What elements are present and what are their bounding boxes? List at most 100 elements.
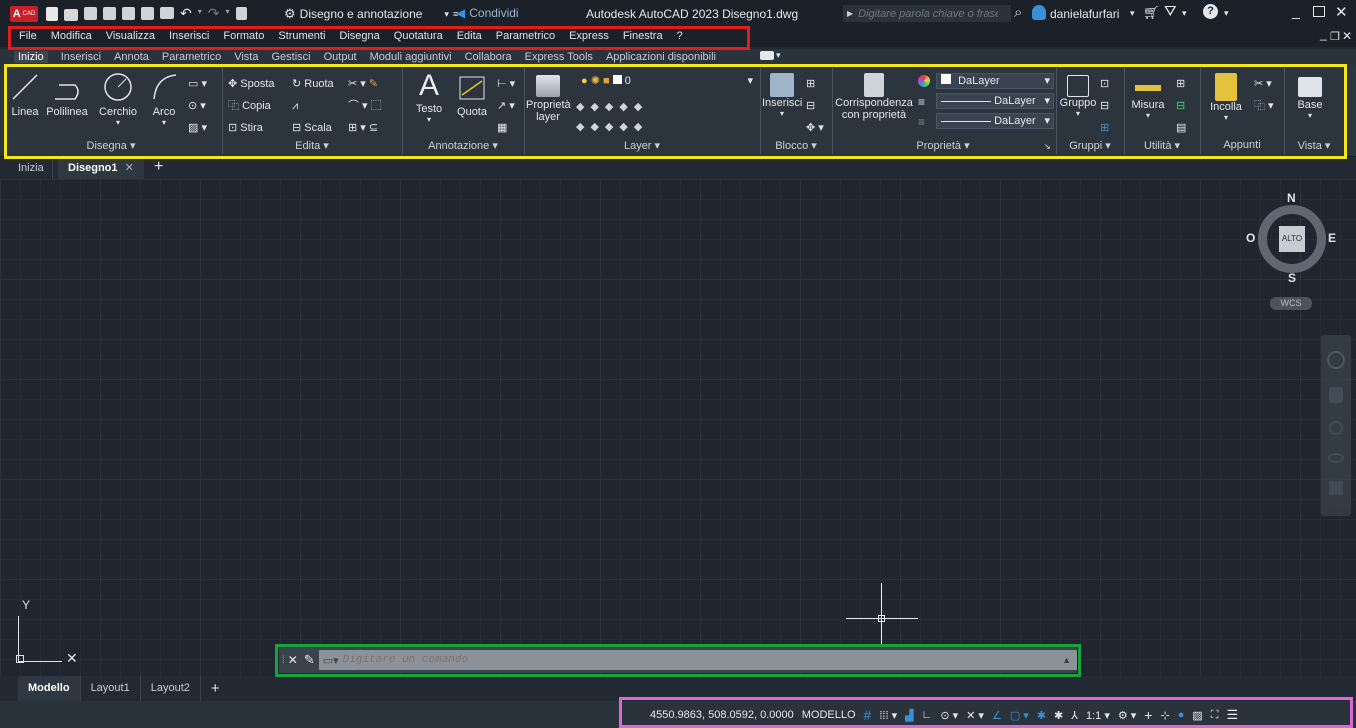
- layer-panel-title[interactable]: Layer ▾: [524, 139, 760, 152]
- polyline-button[interactable]: Polilinea: [44, 71, 90, 118]
- ribbon-tab[interactable]: Inserisci: [61, 51, 101, 63]
- maximize-icon[interactable]: [1313, 6, 1325, 17]
- command-customize-icon[interactable]: ✎: [304, 652, 315, 668]
- viewcube[interactable]: ALTO N S E O: [1246, 191, 1336, 285]
- menu-item[interactable]: Disegna: [339, 30, 379, 42]
- close-tab-icon[interactable]: ✕: [125, 162, 134, 174]
- ribbon-minimize-icon[interactable]: [760, 51, 774, 60]
- command-history-icon[interactable]: ▲: [1062, 655, 1071, 665]
- rectangle-button[interactable]: ▭ ▾: [188, 73, 207, 95]
- search-box[interactable]: ▶: [843, 5, 1011, 22]
- annotation-visibility-icon[interactable]: ✱: [1037, 709, 1046, 722]
- trim-button[interactable]: ✂ ▾ ✎: [348, 73, 382, 95]
- scale-button[interactable]: ⊟ Scala: [292, 117, 334, 139]
- ribbon-tab[interactable]: Parametrico: [162, 51, 221, 63]
- polar-icon[interactable]: ⊙ ▾: [940, 709, 958, 722]
- compass-west[interactable]: O: [1246, 231, 1255, 245]
- model-space-button[interactable]: MODELLO: [802, 709, 856, 721]
- menu-item[interactable]: Edita: [457, 30, 482, 42]
- app-dropdown-icon[interactable]: ▾: [1182, 8, 1187, 19]
- workspace-switch-icon[interactable]: ⚙ ▾: [1118, 709, 1136, 722]
- table-button[interactable]: ▦: [497, 117, 515, 139]
- properties-panel-title[interactable]: Proprietà ▾: [832, 139, 1054, 152]
- edit-panel-title[interactable]: Edita ▾: [222, 139, 402, 152]
- measure-dropdown-icon[interactable]: ▾: [1128, 111, 1168, 120]
- offset-icon[interactable]: ⊆: [369, 122, 378, 134]
- orbit-icon[interactable]: [1328, 453, 1344, 463]
- hatch-button[interactable]: ▨ ▾: [188, 117, 207, 139]
- redo-icon[interactable]: ↷: [208, 6, 220, 21]
- showmotion-icon[interactable]: [1329, 481, 1343, 495]
- help-icon[interactable]: ?: [1203, 4, 1218, 19]
- arc-button[interactable]: Arco ▾: [146, 71, 182, 127]
- menu-item[interactable]: Parametrico: [496, 30, 555, 42]
- view-panel-title[interactable]: Vista ▾: [1284, 139, 1344, 152]
- utility-panel-title[interactable]: Utilità ▾: [1124, 139, 1200, 152]
- utility-small-tools[interactable]: ⊞ ⊟ ▤: [1176, 73, 1186, 139]
- coordinates-readout[interactable]: 4550.9863, 508.0592, 0.0000: [650, 709, 794, 721]
- auto-scale-icon[interactable]: ✱: [1054, 709, 1063, 722]
- clean-screen-icon[interactable]: ⛶: [1211, 709, 1219, 722]
- compass-south[interactable]: S: [1288, 271, 1296, 285]
- menu-item[interactable]: Strumenti: [278, 30, 325, 42]
- group-dropdown-icon[interactable]: ▾: [1058, 109, 1098, 118]
- menu-item[interactable]: Express: [569, 30, 609, 42]
- user-name[interactable]: danielafurfari: [1050, 7, 1119, 21]
- clipboard-panel-title[interactable]: Appunti: [1200, 139, 1284, 151]
- drawing-canvas[interactable]: ALTO N S E O WCS Y ✕ ⁞ ✕ ✎ ▭▾ ▲: [0, 179, 1356, 676]
- add-icon[interactable]: +: [1144, 707, 1152, 723]
- arc-dropdown-icon[interactable]: ▾: [146, 118, 182, 127]
- share-button[interactable]: ◀ Condividi: [456, 6, 519, 20]
- paste-dropdown-icon[interactable]: ▾: [1204, 113, 1248, 122]
- snap-icon[interactable]: ⁞⁞⁞ ▾: [879, 709, 897, 722]
- customization-icon[interactable]: ☰: [1226, 707, 1238, 723]
- layout-tab[interactable]: Modello: [18, 676, 81, 701]
- ribbon-tab[interactable]: Collabora: [465, 51, 512, 63]
- open-icon[interactable]: [64, 9, 78, 21]
- layout-tab[interactable]: Layout1: [81, 676, 141, 701]
- linetype-dropdown[interactable]: DaLayer ▾: [936, 93, 1054, 109]
- text-dropdown-icon[interactable]: ▾: [410, 115, 448, 124]
- circle-dropdown-icon[interactable]: ▾: [96, 118, 140, 127]
- erase-icon[interactable]: ✎: [369, 78, 378, 90]
- ortho-icon[interactable]: ∟: [922, 709, 933, 721]
- start-tab[interactable]: Inizia: [10, 157, 53, 179]
- group-button[interactable]: Gruppo ▾: [1058, 71, 1098, 118]
- dimension-button[interactable]: Quota: [452, 71, 492, 118]
- doc-close-icon[interactable]: ✕: [1342, 29, 1352, 43]
- rotate-button[interactable]: ↻ Ruota: [292, 73, 334, 95]
- isodraft-icon[interactable]: ✕ ▾: [966, 709, 984, 722]
- block-small-tools[interactable]: ⊞ ⊟ ✥ ▾: [806, 73, 824, 139]
- recent-commands-icon[interactable]: ▭▾: [323, 654, 339, 667]
- isolate-objects-icon[interactable]: ●: [1178, 709, 1185, 721]
- menu-item[interactable]: Finestra: [623, 30, 663, 42]
- steering-wheel-icon[interactable]: [1327, 351, 1345, 369]
- cart-icon[interactable]: 🛒︎: [1143, 5, 1160, 21]
- command-input[interactable]: [342, 654, 943, 666]
- clipboard-small-tools[interactable]: ✂ ▾ ⿻ ▾: [1254, 73, 1274, 117]
- measure-button[interactable]: Misura ▾: [1128, 71, 1168, 120]
- menu-item[interactable]: Inserisci: [169, 30, 209, 42]
- new-tab-icon[interactable]: +: [154, 158, 163, 176]
- ribbon-tab[interactable]: Output: [324, 51, 357, 63]
- zoom-icon[interactable]: [1329, 421, 1343, 435]
- text-button[interactable]: A Testo ▾: [410, 69, 448, 124]
- ribbon-tab[interactable]: Express Tools: [525, 51, 593, 63]
- object-snap-icon[interactable]: ▢ ▾: [1010, 709, 1029, 722]
- color-dropdown[interactable]: DaLayer ▾: [936, 73, 1054, 89]
- graphics-performance-icon[interactable]: ▨: [1192, 709, 1202, 722]
- insert-button[interactable]: Inserisci ▾: [762, 71, 802, 118]
- workspace-switcher[interactable]: ⚙ Disegno e annotazione ▾ ≡: [284, 6, 458, 22]
- stretch-button[interactable]: ⊡ Stira: [228, 117, 275, 139]
- save-icon[interactable]: [84, 7, 97, 20]
- print-icon[interactable]: [160, 7, 174, 19]
- publish-icon[interactable]: [122, 7, 135, 20]
- plot-preview-icon[interactable]: [141, 7, 154, 20]
- circle-button[interactable]: Cerchio ▾: [96, 71, 140, 127]
- copy-button[interactable]: ⿻ Copia: [228, 95, 275, 117]
- menu-item[interactable]: Modifica: [51, 30, 92, 42]
- menu-item[interactable]: Formato: [223, 30, 264, 42]
- doc-restore-icon[interactable]: ❐: [1330, 30, 1340, 43]
- insert-dropdown-icon[interactable]: ▾: [762, 109, 802, 118]
- ribbon-tab[interactable]: Annota: [114, 51, 149, 63]
